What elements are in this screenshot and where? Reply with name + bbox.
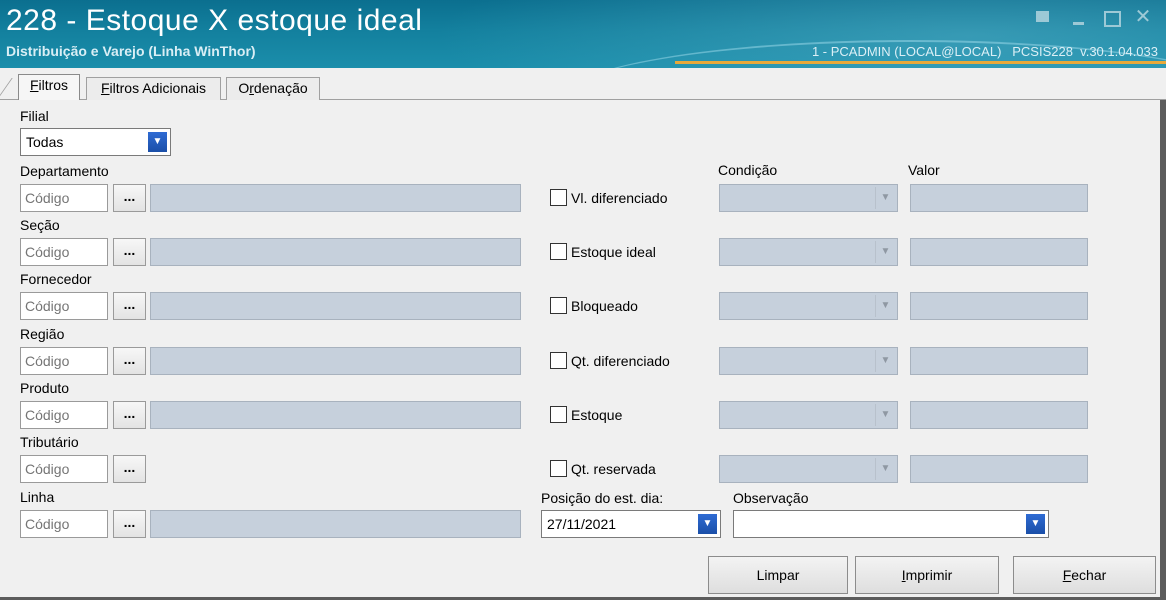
secao-label: Seção xyxy=(20,217,60,233)
tab-ordenacao-label-pre: O xyxy=(238,80,250,96)
filial-label: Filial xyxy=(20,108,49,124)
regiao-search-button[interactable]: ... xyxy=(113,347,146,375)
estoque-checkbox[interactable] xyxy=(550,406,567,423)
estoque-value-field[interactable] xyxy=(910,401,1088,429)
window-title: 228 - Estoque X estoque ideal xyxy=(6,4,423,37)
valor-header: Valor xyxy=(908,162,940,178)
produto-description-field xyxy=(150,401,521,429)
imprimir-label: mprimir xyxy=(905,567,953,583)
window-right-border xyxy=(1160,100,1166,600)
departamento-label: Departamento xyxy=(20,163,109,179)
tributario-label: Tributário xyxy=(20,434,79,450)
fechar-mnemonic: F xyxy=(1062,567,1072,583)
close-window-icon[interactable]: ✕ xyxy=(1132,7,1154,28)
filial-select[interactable]: Todas ▼ xyxy=(20,128,171,156)
fechar-label: echar xyxy=(1071,567,1107,583)
secao-code-input[interactable] xyxy=(20,238,108,266)
tab-ordenacao-label: denação xyxy=(253,80,308,96)
produto-label: Produto xyxy=(20,380,70,396)
departamento-code-input[interactable] xyxy=(20,184,108,212)
minimize-window-icon[interactable] xyxy=(1068,8,1090,28)
chevron-down-icon: ▼ xyxy=(1026,514,1045,534)
fornecedor-code-input[interactable] xyxy=(20,292,108,320)
maximize-window-icon[interactable] xyxy=(1100,8,1122,28)
bloqueado-condition-select[interactable]: ▼ xyxy=(719,292,898,320)
estoque-ideal-label: Estoque ideal xyxy=(571,244,656,260)
tab-filtros-mnemonic: F xyxy=(29,77,39,93)
chevron-down-icon: ▼ xyxy=(875,404,895,426)
bloqueado-label: Bloqueado xyxy=(571,298,638,314)
window-subtitle: Distribuição e Varejo (Linha WinThor) xyxy=(6,43,256,59)
fornecedor-search-button[interactable]: ... xyxy=(113,292,146,320)
qt-diferenciado-label: Qt. diferenciado xyxy=(571,353,670,369)
secao-description-field xyxy=(150,238,521,266)
observacao-select[interactable]: ▼ xyxy=(733,510,1049,538)
bloqueado-value-field[interactable] xyxy=(910,292,1088,320)
vl-diferenciado-value-field[interactable] xyxy=(910,184,1088,212)
estoque-condition-select[interactable]: ▼ xyxy=(719,401,898,429)
fornecedor-description-field xyxy=(150,292,521,320)
qt-reservada-condition-select[interactable]: ▼ xyxy=(719,455,898,483)
posicao-date-picker[interactable]: 27/11/2021 ▼ xyxy=(541,510,721,538)
departamento-description-field xyxy=(150,184,521,212)
estoque-label: Estoque xyxy=(571,407,623,423)
qt-diferenciado-condition-select[interactable]: ▼ xyxy=(719,347,898,375)
linha-label: Linha xyxy=(20,489,55,505)
chevron-down-icon: ▼ xyxy=(875,458,895,480)
linha-code-input[interactable] xyxy=(20,510,108,538)
vl-diferenciado-condition-select[interactable]: ▼ xyxy=(719,184,898,212)
produto-search-button[interactable]: ... xyxy=(113,401,146,429)
tributario-search-button[interactable]: ... xyxy=(113,455,146,483)
tab-strip: Filtros Filtros Adicionais Ordenação xyxy=(0,68,1166,101)
qt-diferenciado-value-field[interactable] xyxy=(910,347,1088,375)
limpar-button[interactable]: Limpar xyxy=(708,556,848,594)
chevron-down-icon: ▼ xyxy=(698,514,717,534)
secao-search-button[interactable]: ... xyxy=(113,238,146,266)
vl-diferenciado-label: Vl. diferenciado xyxy=(571,190,668,206)
tab-filtros-adicionais-mnemonic: F xyxy=(100,80,110,96)
regiao-code-input[interactable] xyxy=(20,347,108,375)
chevron-down-icon: ▼ xyxy=(875,295,895,317)
title-bar: 228 - Estoque X estoque ideal Distribuiç… xyxy=(0,0,1166,68)
linha-search-button[interactable]: ... xyxy=(113,510,146,538)
tributario-code-input[interactable] xyxy=(20,455,108,483)
observacao-label: Observação xyxy=(733,490,809,506)
chevron-down-icon: ▼ xyxy=(875,187,895,209)
tab-filtros-label: iltros xyxy=(38,77,69,93)
qt-reservada-checkbox[interactable] xyxy=(550,460,567,477)
tab-ordenacao[interactable]: Ordenação xyxy=(226,77,320,100)
filters-panel: Filial Todas ▼ Departamento ... Seção ..… xyxy=(0,100,1166,600)
regiao-label: Região xyxy=(20,326,65,342)
estoque-ideal-value-field[interactable] xyxy=(910,238,1088,266)
departamento-search-button[interactable]: ... xyxy=(113,184,146,212)
regiao-description-field xyxy=(150,347,521,375)
filial-select-value: Todas xyxy=(26,134,64,150)
condicao-header: Condição xyxy=(718,162,778,178)
posicao-date-value: 27/11/2021 xyxy=(547,516,617,532)
estoque-ideal-checkbox[interactable] xyxy=(550,243,567,260)
session-info: 1 - PCADMIN (LOCAL@LOCAL) PCSIS228 v.30.… xyxy=(811,44,1158,59)
fechar-button[interactable]: Fechar xyxy=(1013,556,1156,594)
qt-diferenciado-checkbox[interactable] xyxy=(550,352,567,369)
chevron-down-icon: ▼ xyxy=(875,241,895,263)
estoque-ideal-condition-select[interactable]: ▼ xyxy=(719,238,898,266)
restore-window-icon[interactable] xyxy=(1032,8,1054,28)
accent-line xyxy=(675,61,1166,64)
bloqueado-checkbox[interactable] xyxy=(550,297,567,314)
imprimir-button[interactable]: Imprimir xyxy=(855,556,999,594)
posicao-label: Posição do est. dia: xyxy=(541,490,664,506)
tab-filtros[interactable]: Filtros xyxy=(18,74,80,101)
produto-code-input[interactable] xyxy=(20,401,108,429)
qt-reservada-value-field[interactable] xyxy=(910,455,1088,483)
tab-filtros-adicionais-label: iltros Adicionais xyxy=(109,80,207,96)
fornecedor-label: Fornecedor xyxy=(20,271,92,287)
qt-reservada-label: Qt. reservada xyxy=(571,461,656,477)
linha-description-field xyxy=(150,510,521,538)
vl-diferenciado-checkbox[interactable] xyxy=(550,189,567,206)
tab-filtros-adicionais[interactable]: Filtros Adicionais xyxy=(86,77,221,100)
chevron-down-icon: ▼ xyxy=(148,132,167,152)
chevron-down-icon: ▼ xyxy=(875,350,895,372)
